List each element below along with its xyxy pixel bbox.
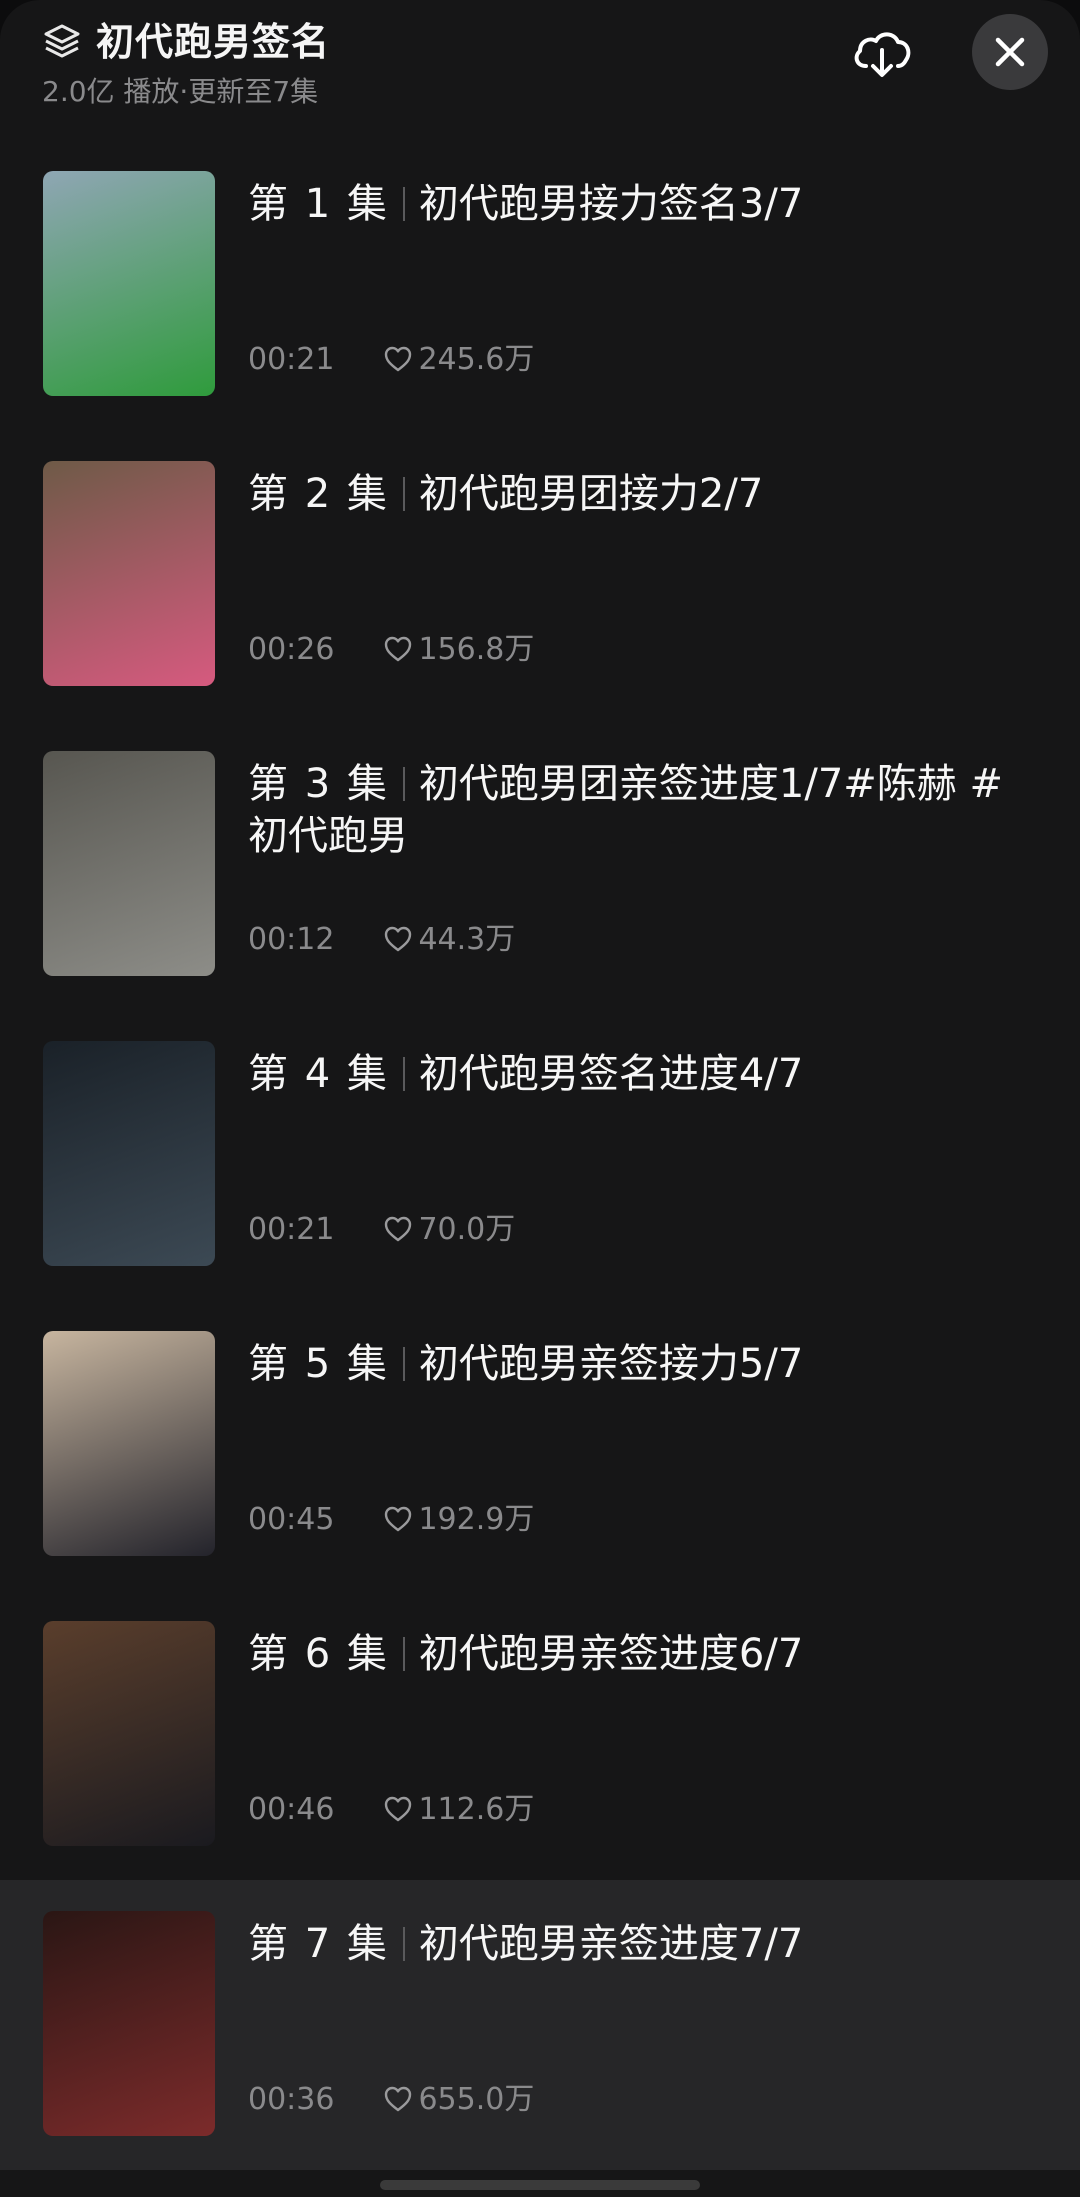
episode-name: 初代跑男签名进度4/7 xyxy=(418,1051,804,1097)
likes-count: 655.0万 xyxy=(418,2082,535,2117)
episode-title: 第 7 集初代跑男亲签进度7/7 xyxy=(248,1918,1038,1970)
episode-duration: 00:21 xyxy=(248,342,335,377)
title-divider xyxy=(402,1637,405,1671)
episode-row[interactable]: 第 7 集初代跑男亲签进度7/7 00:36 655.0万 xyxy=(0,1880,1080,2170)
heart-icon xyxy=(385,926,412,952)
episode-thumbnail xyxy=(43,1331,215,1556)
heart-icon xyxy=(385,636,412,662)
episode-likes: 655.0万 xyxy=(384,2080,534,2120)
title-divider xyxy=(402,1927,405,1961)
episode-duration: 00:45 xyxy=(248,1502,335,1537)
episode-thumbnail xyxy=(43,1041,215,1266)
heart-icon xyxy=(385,1216,412,1242)
episode-duration: 00:46 xyxy=(248,1792,335,1827)
playlist-meta: 2.0亿 播放·更新至7集 xyxy=(42,75,319,108)
likes-count: 156.8万 xyxy=(418,632,535,667)
episode-name: 初代跑男接力签名3/7 xyxy=(418,181,804,227)
episode-likes: 192.9万 xyxy=(384,1500,534,1540)
likes-count: 192.9万 xyxy=(418,1502,535,1537)
title-divider xyxy=(402,767,405,801)
episode-title: 第 3 集初代跑男团亲签进度1/7#陈赫 #初代跑男 xyxy=(248,758,1038,862)
episode-likes: 44.3万 xyxy=(384,920,515,960)
episode-number: 第 1 集 xyxy=(248,181,389,227)
episode-duration: 00:21 xyxy=(248,1212,335,1247)
episode-row[interactable]: 第 2 集初代跑男团接力2/7 00:26 156.8万 xyxy=(0,430,1080,720)
collection-sheet: 初代跑男签名 2.0亿 播放·更新至7集 第 1 集初代跑男接力签名3/7 00… xyxy=(0,0,1080,2197)
episode-row[interactable]: 第 6 集初代跑男亲签进度6/7 00:46 112.6万 xyxy=(0,1590,1080,1880)
episode-list: 第 1 集初代跑男接力签名3/7 00:21 245.6万 第 2 集初代跑男团… xyxy=(0,140,1080,2170)
likes-count: 112.6万 xyxy=(418,1792,535,1827)
episode-title: 第 6 集初代跑男亲签进度6/7 xyxy=(248,1628,1038,1680)
episode-likes: 112.6万 xyxy=(384,1790,534,1830)
home-indicator xyxy=(380,2180,700,2190)
episode-name: 初代跑男亲签进度6/7 xyxy=(418,1631,804,1677)
episode-duration: 00:12 xyxy=(248,922,335,957)
episode-name: 初代跑男团接力2/7 xyxy=(418,471,764,517)
episode-thumbnail xyxy=(43,751,215,976)
episode-row[interactable]: 第 1 集初代跑男接力签名3/7 00:21 245.6万 xyxy=(0,140,1080,430)
episode-duration: 00:36 xyxy=(248,2082,335,2117)
likes-count: 70.0万 xyxy=(418,1212,516,1247)
playlist-title: 初代跑男签名 xyxy=(96,20,331,64)
episode-thumbnail xyxy=(43,461,215,686)
episode-row[interactable]: 第 4 集初代跑男签名进度4/7 00:21 70.0万 xyxy=(0,1010,1080,1300)
close-icon xyxy=(995,37,1025,67)
episode-number: 第 7 集 xyxy=(248,1921,389,1967)
close-button[interactable] xyxy=(972,14,1048,90)
layers-icon xyxy=(44,24,80,58)
likes-count: 245.6万 xyxy=(418,342,535,377)
episode-thumbnail xyxy=(43,171,215,396)
cloud-download-icon[interactable] xyxy=(848,20,916,88)
episode-row[interactable]: 第 3 集初代跑男团亲签进度1/7#陈赫 #初代跑男 00:12 44.3万 xyxy=(0,720,1080,1010)
title-divider xyxy=(402,1347,405,1381)
episode-thumbnail xyxy=(43,1621,215,1846)
title-divider xyxy=(402,477,405,511)
episode-likes: 70.0万 xyxy=(384,1210,515,1250)
likes-count: 44.3万 xyxy=(418,922,516,957)
heart-icon xyxy=(385,2086,412,2112)
episode-number: 第 4 集 xyxy=(248,1051,389,1097)
episode-name: 初代跑男亲签进度7/7 xyxy=(418,1921,804,1967)
episode-row[interactable]: 第 5 集初代跑男亲签接力5/7 00:45 192.9万 xyxy=(0,1300,1080,1590)
heart-icon xyxy=(385,1796,412,1822)
episode-title: 第 1 集初代跑男接力签名3/7 xyxy=(248,178,1038,230)
sheet-header: 初代跑男签名 2.0亿 播放·更新至7集 xyxy=(0,0,1080,130)
episode-thumbnail xyxy=(43,1911,215,2136)
episode-likes: 245.6万 xyxy=(384,340,534,380)
episode-likes: 156.8万 xyxy=(384,630,534,670)
title-divider xyxy=(402,1057,405,1091)
episode-title: 第 4 集初代跑男签名进度4/7 xyxy=(248,1048,1038,1100)
title-divider xyxy=(402,187,405,221)
episode-number: 第 3 集 xyxy=(248,761,389,807)
episode-duration: 00:26 xyxy=(248,632,335,667)
episode-number: 第 5 集 xyxy=(248,1341,389,1387)
episode-title: 第 2 集初代跑男团接力2/7 xyxy=(248,468,1038,520)
episode-number: 第 2 集 xyxy=(248,471,389,517)
episode-name: 初代跑男亲签接力5/7 xyxy=(418,1341,804,1387)
heart-icon xyxy=(385,346,412,372)
heart-icon xyxy=(385,1506,412,1532)
episode-number: 第 6 集 xyxy=(248,1631,389,1677)
episode-title: 第 5 集初代跑男亲签接力5/7 xyxy=(248,1338,1038,1390)
